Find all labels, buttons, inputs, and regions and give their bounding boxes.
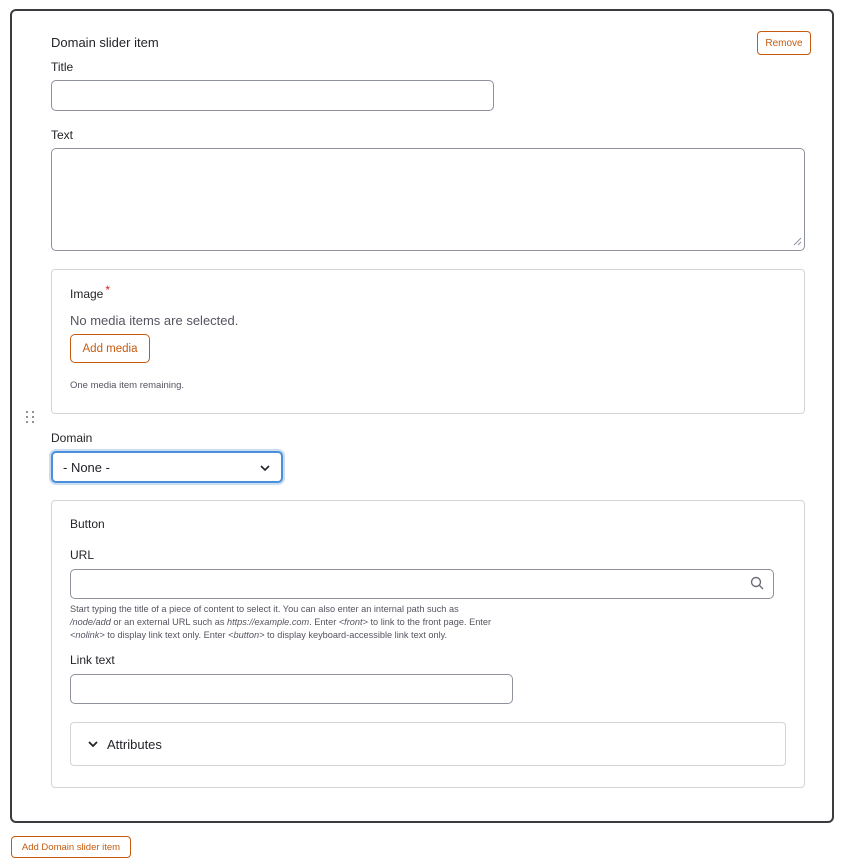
chevron-down-icon: [260, 465, 270, 472]
link-text-input[interactable]: [70, 674, 513, 704]
resize-grip-icon[interactable]: [792, 236, 802, 246]
drag-handle-icon[interactable]: [25, 410, 35, 424]
text-label: Text: [51, 128, 74, 142]
url-help-text: Start typing the title of a piece of con…: [70, 604, 492, 640]
link-text-label: Link text: [70, 653, 115, 667]
domain-select[interactable]: - None -: [51, 451, 283, 483]
required-marker: *: [105, 283, 111, 297]
media-remaining-text: One media item remaining.: [70, 380, 185, 391]
no-media-message: No media items are selected.: [70, 313, 239, 328]
title-label: Title: [51, 60, 74, 74]
title-input[interactable]: [51, 80, 494, 111]
image-fieldset: [51, 269, 805, 414]
button-legend: Button: [70, 517, 105, 531]
add-domain-slider-item-button[interactable]: Add Domain slider item: [11, 836, 131, 858]
add-media-button[interactable]: Add media: [70, 334, 150, 363]
chevron-down-icon: [87, 738, 99, 750]
domain-selected-value: - None -: [63, 459, 110, 475]
domain-label: Domain: [51, 431, 93, 445]
text-textarea[interactable]: [51, 148, 805, 251]
search-icon: [750, 576, 764, 590]
remove-button[interactable]: Remove: [757, 31, 811, 55]
attributes-toggle[interactable]: Attributes: [70, 722, 786, 766]
item-title: Domain slider item: [51, 35, 159, 50]
url-input[interactable]: [70, 569, 774, 599]
image-label: Image *: [70, 283, 111, 301]
attributes-label: Attributes: [107, 736, 162, 752]
url-label: URL: [70, 548, 95, 562]
